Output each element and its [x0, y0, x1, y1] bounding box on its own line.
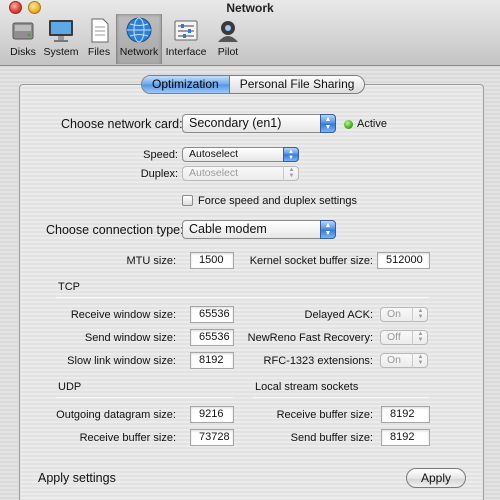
content-area: Optimization Personal File Sharing Choos…	[0, 67, 500, 500]
receive-window-field[interactable]: 65536	[190, 306, 234, 323]
force-speed-checkbox[interactable]	[182, 195, 193, 206]
force-speed-label: Force speed and duplex settings	[198, 195, 357, 207]
rfc1323-value: On	[387, 354, 402, 366]
toolbar-item-interface[interactable]: Interface	[164, 14, 208, 64]
connection-type-popup[interactable]: Cable modem ▲ ▼	[182, 220, 336, 239]
local-send-buffer-label: Send buffer size:	[290, 432, 373, 444]
send-window-label: Send window size:	[84, 332, 176, 344]
toolbar-label: Files	[87, 46, 111, 58]
kernel-buffer-field[interactable]: 512000	[377, 252, 430, 269]
connection-type-value: Cable modem	[189, 222, 267, 236]
chevron-up-down-icon: ▲ ▼	[283, 147, 299, 162]
window-toolbar: Network Disks System Files Network Inter…	[0, 0, 500, 66]
speed-popup[interactable]: Autoselect ▲ ▼	[182, 147, 299, 162]
tcp-heading: TCP	[58, 281, 80, 293]
mtu-size-field[interactable]: 1500	[190, 252, 234, 269]
apply-settings-label: Apply settings	[38, 471, 116, 485]
newreno-popup[interactable]: Off ▲ ▼	[380, 330, 428, 345]
kernel-buffer-label: Kernel socket buffer size:	[249, 255, 373, 267]
local-receive-buffer-label: Receive buffer size:	[276, 409, 373, 421]
connection-type-label: Choose connection type:	[46, 223, 184, 237]
tab-bar: Optimization Personal File Sharing	[141, 75, 366, 94]
slow-link-label: Slow link window size:	[67, 355, 176, 367]
duplex-value: Autoselect	[189, 167, 239, 179]
network-card-value: Secondary (en1)	[189, 116, 282, 130]
chevron-up-down-icon: ▲ ▼	[283, 166, 299, 181]
local-receive-buffer-field[interactable]: 8192	[381, 406, 430, 423]
toolbar-label: Pilot	[217, 46, 239, 58]
active-status-label: Active	[357, 118, 387, 130]
udp-heading: UDP	[58, 381, 82, 393]
toolbar-item-system[interactable]: System	[42, 14, 80, 64]
sliders-icon	[174, 20, 198, 41]
tab-personal-file-sharing[interactable]: Personal File Sharing	[230, 76, 365, 93]
udp-receive-buffer-field[interactable]: 73728	[190, 429, 234, 446]
apply-button[interactable]: Apply	[406, 468, 466, 488]
speed-label: Speed:	[143, 149, 178, 161]
udp-separator	[56, 397, 233, 398]
chevron-up-down-icon: ▲ ▼	[320, 114, 336, 133]
duplex-popup[interactable]: Autoselect ▲ ▼	[182, 166, 299, 181]
toolbar-item-files[interactable]: Files	[84, 14, 114, 64]
delayed-ack-popup[interactable]: On ▲ ▼	[380, 307, 428, 322]
delayed-ack-value: On	[387, 308, 402, 320]
rfc1323-label: RFC-1323 extensions:	[263, 355, 373, 367]
local-stream-separator	[253, 397, 429, 398]
newreno-label: NewReno Fast Recovery:	[247, 332, 373, 344]
delayed-ack-label: Delayed ACK:	[304, 309, 373, 321]
monitor-icon	[49, 20, 73, 42]
chevron-up-down-icon: ▲ ▼	[412, 307, 428, 322]
toolbar-label: System	[43, 46, 79, 58]
speed-value: Autoselect	[189, 148, 239, 160]
toolbar-item-disks[interactable]: Disks	[6, 14, 40, 64]
newreno-value: Off	[387, 331, 401, 343]
pilot-icon	[218, 21, 238, 42]
optimization-panel: Choose network card: Secondary (en1) ▲ ▼ …	[19, 84, 484, 500]
rfc1323-popup[interactable]: On ▲ ▼	[380, 353, 428, 368]
chevron-up-down-icon: ▲ ▼	[412, 330, 428, 345]
outgoing-datagram-label: Outgoing datagram size:	[56, 409, 176, 421]
duplex-label: Duplex:	[140, 168, 178, 180]
local-stream-heading: Local stream sockets	[255, 381, 359, 393]
toolbar-item-network[interactable]: Network	[116, 14, 162, 64]
network-card-label: Choose network card:	[61, 117, 183, 131]
toolbar-label: Network	[119, 46, 159, 58]
chevron-up-down-icon: ▲ ▼	[320, 220, 336, 239]
chevron-up-down-icon: ▲ ▼	[412, 353, 428, 368]
receive-window-label: Receive window size:	[70, 309, 176, 321]
tcp-separator	[56, 297, 429, 298]
toolbar-item-pilot[interactable]: Pilot	[212, 14, 244, 64]
active-status-indicator	[344, 120, 353, 129]
toolbar-label: Interface	[165, 46, 207, 58]
udp-receive-buffer-label: Receive buffer size:	[79, 432, 176, 444]
tab-optimization[interactable]: Optimization	[142, 76, 230, 93]
mtu-size-label: MTU size:	[126, 255, 177, 267]
window-title: Network	[226, 1, 274, 15]
document-icon	[91, 18, 109, 43]
outgoing-datagram-field[interactable]: 9216	[190, 406, 234, 423]
toolbar-label: Disks	[10, 46, 36, 58]
network-card-popup[interactable]: Secondary (en1) ▲ ▼	[182, 114, 336, 133]
disk-icon	[12, 22, 34, 40]
local-send-buffer-field[interactable]: 8192	[381, 429, 430, 446]
globe-icon	[126, 17, 152, 43]
